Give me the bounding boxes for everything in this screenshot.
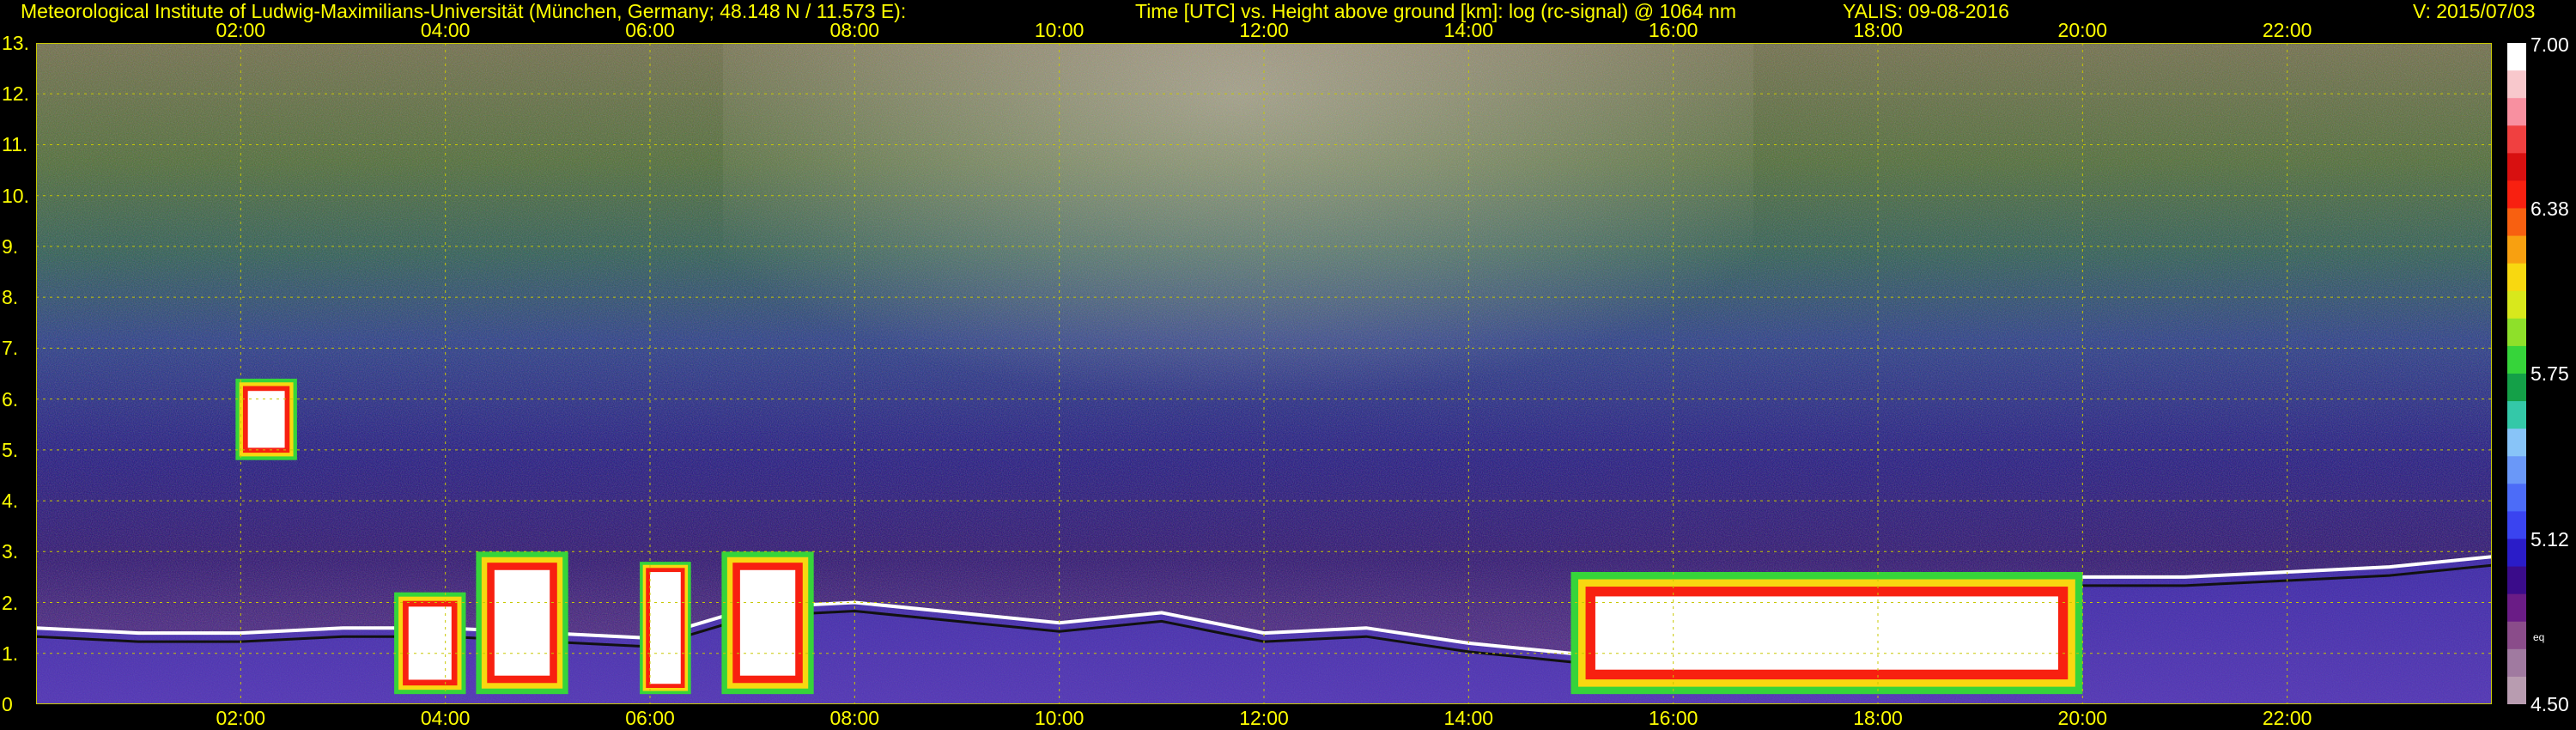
colorbar-tick-label: 5.75	[2530, 362, 2569, 385]
colorbar-segment	[2507, 43, 2526, 71]
elevated-cloud-layer-3	[247, 391, 285, 448]
low-cloud-layer-3	[650, 572, 681, 684]
colorbar-segment	[2507, 318, 2526, 347]
y-tick-label: 4.	[2, 490, 19, 513]
x-tick-label: 08:00	[829, 707, 880, 729]
colorbar-segment	[2507, 235, 2526, 265]
y-tick-label: 2.	[2, 591, 19, 614]
y-tick-label: 6.	[2, 387, 19, 411]
low-cloud-layer-3	[739, 569, 796, 676]
y-tick-label: 9.	[2, 234, 19, 258]
colorbar-segment	[2507, 180, 2526, 209]
x-tick-label: 18:00	[1853, 19, 1903, 41]
colorbar-segment	[2507, 429, 2526, 457]
x-tick-label: 08:00	[829, 19, 880, 41]
colorbar-segment	[2507, 98, 2526, 126]
colorbar-segment	[2507, 374, 2526, 402]
colorbar-segment	[2507, 484, 2526, 512]
colorbar-segment	[2507, 208, 2526, 237]
colorbar-segment	[2507, 593, 2526, 623]
colorbar-segment	[2507, 70, 2526, 99]
lidar-heatmap	[36, 43, 2492, 704]
x-tick-label: 06:00	[625, 707, 675, 729]
low-cloud-layer-3	[494, 569, 550, 676]
y-tick-label: 3.	[2, 540, 19, 563]
x-tick-label: 22:00	[2262, 707, 2312, 729]
colorbar	[2507, 43, 2526, 704]
y-tick-label: 1.	[2, 642, 19, 665]
y-tick-label: 0	[2, 693, 13, 715]
colorbar-segment	[2507, 566, 2526, 595]
x-tick-label: 12:00	[1239, 707, 1289, 729]
x-tick-label: 14:00	[1443, 19, 1494, 41]
colorbar-segment	[2507, 648, 2526, 678]
colorbar-segment	[2507, 401, 2526, 429]
x-tick-label: 14:00	[1443, 707, 1494, 729]
colorbar-segment	[2507, 676, 2526, 704]
colorbar-segment	[2507, 511, 2526, 539]
y-tick-label: 11.	[2, 133, 28, 156]
x-tick-label: 22:00	[2262, 19, 2312, 41]
colorbar-unit: eq	[2533, 631, 2545, 643]
x-tick-label: 20:00	[2057, 19, 2108, 41]
x-tick-label: 02:00	[216, 707, 266, 729]
y-tick-label: 5.	[2, 438, 19, 461]
x-tick-label: 04:00	[420, 707, 471, 729]
x-tick-label: 06:00	[625, 19, 675, 41]
x-tick-label: 18:00	[1853, 707, 1903, 729]
colorbar-segment	[2507, 621, 2526, 650]
x-tick-label: 10:00	[1034, 707, 1084, 729]
version-label: V: 2015/07/03	[2413, 0, 2536, 22]
colorbar-segment	[2507, 153, 2526, 181]
colorbar-tick-label: 7.00	[2530, 33, 2569, 56]
colorbar-segment	[2507, 263, 2526, 292]
x-tick-label: 04:00	[420, 19, 471, 41]
x-tick-label: 16:00	[1648, 707, 1698, 729]
y-tick-label: 10.	[2, 184, 29, 207]
x-tick-label: 16:00	[1648, 19, 1698, 41]
colorbar-segment	[2507, 125, 2526, 154]
y-tick-label: 12.	[2, 82, 29, 106]
y-tick-label: 13.	[2, 32, 29, 54]
colorbar-segment	[2507, 345, 2526, 374]
colorbar-segment	[2507, 290, 2526, 319]
colorbar-tick-label: 4.50	[2530, 693, 2569, 715]
colorbar-tick-label: 5.12	[2530, 527, 2569, 551]
x-tick-label: 02:00	[216, 19, 266, 41]
y-tick-label: 7.	[2, 337, 19, 360]
x-tick-label: 10:00	[1034, 19, 1084, 41]
colorbar-segment	[2507, 538, 2526, 568]
y-tick-label: 8.	[2, 286, 19, 309]
colorbar-tick-label: 6.38	[2530, 197, 2569, 220]
x-tick-label: 12:00	[1239, 19, 1289, 41]
x-tick-label: 20:00	[2057, 707, 2108, 729]
low-cloud-layer-3	[1595, 596, 2058, 670]
colorbar-segment	[2507, 456, 2526, 484]
